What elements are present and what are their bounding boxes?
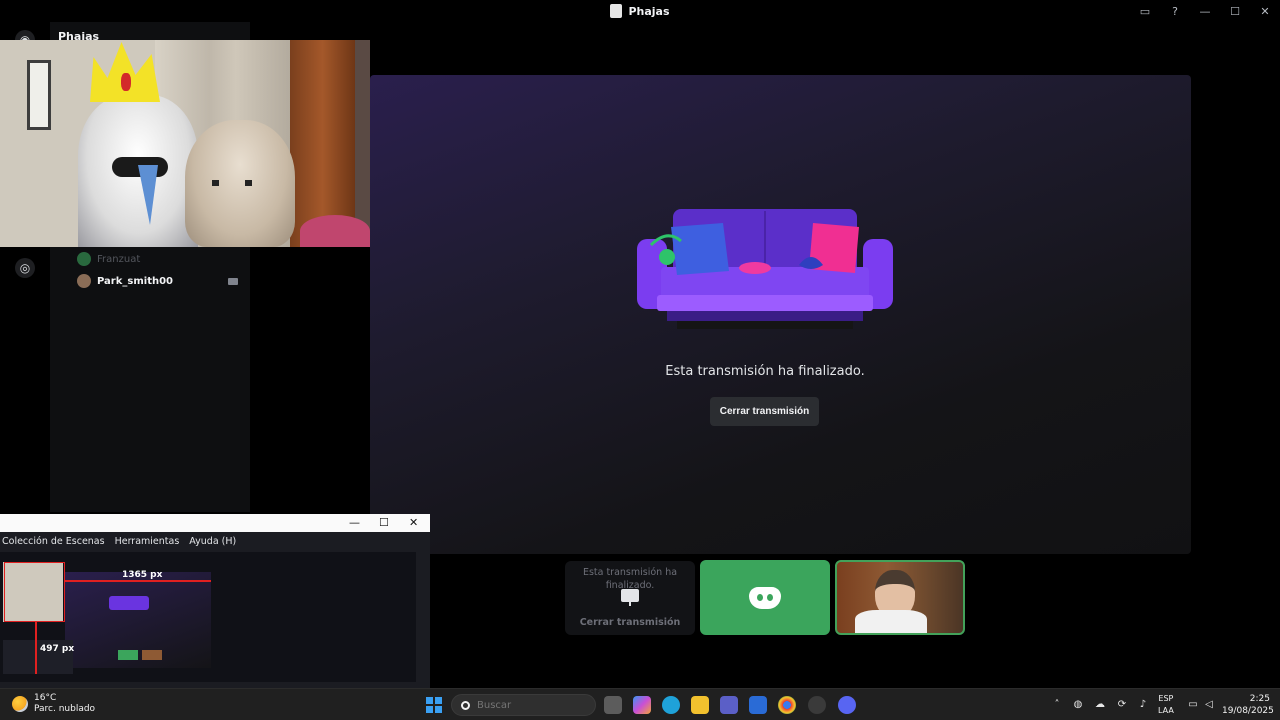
teams-icon[interactable] <box>720 696 738 714</box>
voice-member[interactable]: Park_smith00 <box>77 274 173 288</box>
tray-overflow-icon[interactable]: ˄ <box>1051 699 1063 711</box>
guide-line-vertical <box>35 622 37 674</box>
inbox-icon[interactable]: ▭ <box>1130 5 1160 18</box>
member-name: Park_smith00 <box>97 275 174 287</box>
maximize-button[interactable]: ☐ <box>1220 5 1250 18</box>
chrome-icon[interactable] <box>778 696 796 714</box>
preview-camera-tile <box>142 650 162 660</box>
stream-ended-tile[interactable]: Esta transmisión ha finalizado. Cerrar t… <box>565 561 695 635</box>
window-title: Phajas <box>610 4 670 18</box>
clock-time: 2:25 <box>1249 694 1270 704</box>
participant-tile-camera[interactable] <box>835 560 965 635</box>
help-icon[interactable]: ? <box>1160 5 1190 18</box>
taskbar-search[interactable] <box>451 694 596 716</box>
webcam-pink-object <box>300 215 370 247</box>
weather-temp: 16°C <box>34 693 57 703</box>
menu-help[interactable]: Ayuda (H) <box>189 536 236 550</box>
monitor-icon <box>621 589 639 606</box>
search-input[interactable] <box>477 699 567 711</box>
microphone-icon[interactable]: ♪ <box>1137 699 1149 711</box>
menu-tools[interactable]: Herramientas <box>115 536 180 550</box>
avatar <box>77 252 91 266</box>
preview-couch <box>109 596 149 610</box>
edge-icon[interactable] <box>662 696 680 714</box>
webcam-crown <box>90 42 160 102</box>
obs-window: — ☐ ✕ Colección de Escenas Herramientas … <box>0 514 430 688</box>
webcam-dog-eyes <box>212 180 252 186</box>
discover-icon[interactable]: ◎ <box>15 258 35 278</box>
discord-taskbar-icon[interactable] <box>838 696 856 714</box>
copilot-icon[interactable] <box>633 696 651 714</box>
stream-ended-message: Esta transmisión ha finalizado. <box>665 364 865 379</box>
webcam-picture-frame <box>27 60 51 130</box>
controller-pink-icon <box>739 262 771 274</box>
close-stream-button[interactable]: Cerrar transmisión <box>710 397 819 426</box>
obs-close-button[interactable]: ✕ <box>409 516 418 529</box>
file-explorer-icon[interactable] <box>691 696 709 714</box>
windows-taskbar: 16°C Parc. nublado ˄ ◍ ☁ ⟳ ♪ ESP LAA ▭ ◁… <box>0 688 1280 720</box>
keyboard-layout: LAA <box>1158 706 1174 715</box>
minimize-button[interactable]: — <box>1190 5 1220 18</box>
height-measure-label: 497 px <box>40 644 75 654</box>
discord-logo-icon <box>749 586 781 609</box>
member-name: Franzuat <box>97 253 141 265</box>
taskbar-clock[interactable]: 2:25 19/08/2025 <box>1222 693 1274 717</box>
window-titlebar: Phajas ▭ ? — ☐ ✕ <box>0 0 1280 22</box>
webcam-crown-gem <box>121 73 131 91</box>
webcam-overlay <box>0 40 370 247</box>
width-measure-label: 1365 px <box>122 570 163 580</box>
menu-scene-collection[interactable]: Colección de Escenas <box>2 536 105 550</box>
window-controls: ▭ ? — ☐ ✕ <box>1130 0 1280 22</box>
weather-icon <box>12 696 28 712</box>
obs-maximize-button[interactable]: ☐ <box>379 516 389 529</box>
app-icon <box>610 4 623 18</box>
weather-desc: Parc. nublado <box>34 704 96 714</box>
network-icon[interactable]: ▭ <box>1187 699 1199 711</box>
preview-discord-tile <box>118 650 138 660</box>
window-title-text: Phajas <box>628 4 670 18</box>
headphones-icon <box>659 249 675 265</box>
tile-close-stream-button[interactable]: Cerrar transmisión <box>565 617 695 628</box>
obs-titlebar: — ☐ ✕ <box>0 514 430 532</box>
close-button[interactable]: ✕ <box>1250 5 1280 18</box>
tray-app-icon[interactable]: ◍ <box>1072 699 1084 711</box>
preview-discord-source <box>65 572 211 668</box>
webcam-background <box>355 40 370 247</box>
voice-member[interactable]: Franzuat <box>77 252 140 266</box>
camera-icon <box>228 278 238 285</box>
onedrive-icon[interactable]: ☁ <box>1094 699 1106 711</box>
obs-menubar: Colección de Escenas Herramientas Ayuda … <box>0 536 430 550</box>
guide-line-horizontal <box>65 580 211 582</box>
couch-illustration <box>637 209 893 329</box>
couch-pillow-blue <box>671 223 729 275</box>
avatar <box>77 274 91 288</box>
language-code: ESP <box>1158 694 1174 703</box>
task-view-icon[interactable] <box>604 696 622 714</box>
sync-icon[interactable]: ⟳ <box>1116 699 1128 711</box>
participant-tile-discord[interactable] <box>700 560 830 635</box>
search-icon <box>461 700 470 710</box>
store-icon[interactable] <box>749 696 767 714</box>
obs-minimize-button[interactable]: — <box>349 516 360 529</box>
language-indicator[interactable]: ESP LAA <box>1158 693 1174 717</box>
participant-video <box>855 610 927 633</box>
selection-box[interactable] <box>4 562 65 622</box>
weather-widget[interactable]: 16°C Parc. nublado <box>12 693 95 715</box>
volume-icon[interactable]: ◁ <box>1203 699 1215 711</box>
clock-date: 19/08/2025 <box>1222 706 1274 716</box>
start-button[interactable] <box>426 697 442 713</box>
obs-preview[interactable]: 1365 px 497 px <box>0 552 416 682</box>
obs-icon[interactable] <box>808 696 826 714</box>
